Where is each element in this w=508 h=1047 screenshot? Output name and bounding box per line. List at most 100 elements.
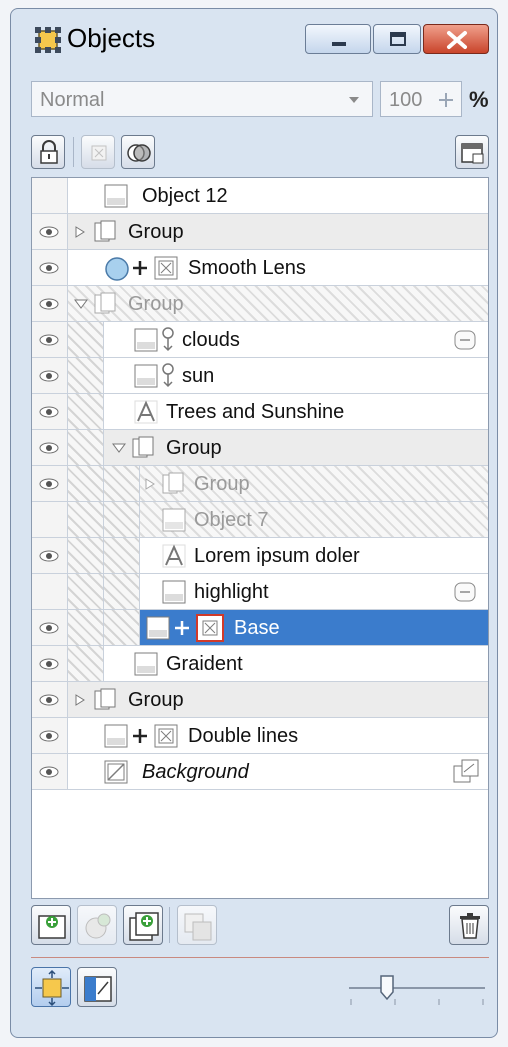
layer-name: sun <box>182 365 215 387</box>
layer-row[interactable]: Group <box>32 430 488 466</box>
layer-row[interactable]: highlight <box>32 574 488 610</box>
visibility-toggle[interactable] <box>32 466 68 501</box>
ungroup-button[interactable] <box>177 905 217 945</box>
layer-row[interactable]: Background <box>32 754 488 790</box>
eye-icon <box>39 622 59 634</box>
layer-name: Group <box>166 437 222 459</box>
eye-icon <box>39 478 59 490</box>
toolbar-separator <box>169 907 170 943</box>
layer-row[interactable]: Group <box>32 286 488 322</box>
indent-hatch <box>68 358 104 393</box>
layer-row[interactable]: Graident <box>32 646 488 682</box>
visibility-toggle[interactable] <box>32 358 68 393</box>
eye-icon <box>39 442 59 454</box>
object-thumbnail-icon <box>146 616 170 640</box>
visibility-toggle[interactable] <box>32 286 68 321</box>
collapse-arrow-icon[interactable] <box>74 298 88 310</box>
text-object-icon <box>134 400 158 424</box>
layer-name: Group <box>194 473 250 495</box>
object-thumbnail-icon <box>104 724 128 748</box>
delete-button[interactable] <box>449 905 489 945</box>
layer-row-selected[interactable]: Base <box>32 610 488 646</box>
opacity-unit-label: % <box>469 87 489 112</box>
layer-row[interactable]: Trees and Sunshine <box>32 394 488 430</box>
new-group-button[interactable] <box>123 905 163 945</box>
visibility-toggle-off[interactable] <box>32 574 68 609</box>
layer-name: Graident <box>166 653 243 675</box>
visibility-toggle[interactable] <box>32 646 68 681</box>
visibility-toggle[interactable] <box>32 214 68 249</box>
visibility-toggle[interactable] <box>32 394 68 429</box>
lock-button[interactable] <box>31 135 65 169</box>
visibility-toggle[interactable] <box>32 430 68 465</box>
object-thumbnail-icon <box>104 184 128 208</box>
object-thumbnail-icon <box>134 364 158 388</box>
layer-row[interactable]: clouds <box>32 322 488 358</box>
title-bar[interactable]: Objects <box>11 9 497 69</box>
layer-row[interactable]: Double lines <box>32 718 488 754</box>
slider-thumb[interactable] <box>379 975 395 1001</box>
fit-view-button[interactable] <box>31 967 71 1007</box>
minimize-button[interactable] <box>305 24 371 54</box>
layer-options-icon[interactable] <box>454 582 476 602</box>
indent-hatch <box>68 466 104 501</box>
indent-hatch <box>104 610 140 645</box>
visibility-toggle[interactable] <box>32 682 68 717</box>
combine-button[interactable] <box>121 135 155 169</box>
layer-row[interactable]: Group <box>32 214 488 250</box>
layer-row[interactable]: Group <box>32 466 488 502</box>
text-object-icon <box>162 544 186 568</box>
visibility-toggle[interactable] <box>32 718 68 753</box>
layer-name: Object 7 <box>194 509 269 531</box>
visibility-toggle-off[interactable] <box>32 502 68 537</box>
convert-background-icon[interactable] <box>452 758 480 786</box>
visibility-toggle[interactable] <box>32 538 68 573</box>
layer-options-icon[interactable] <box>454 330 476 350</box>
visibility-toggle-off[interactable] <box>32 178 68 213</box>
close-button[interactable] <box>423 24 489 54</box>
effect-icon <box>154 256 178 280</box>
eye-icon <box>39 694 59 706</box>
layer-row[interactable]: Smooth Lens <box>32 250 488 286</box>
visibility-toggle[interactable] <box>32 754 68 789</box>
disabled-tool-button[interactable] <box>81 135 115 169</box>
objects-panel-window: Objects Normal 100 % Object 12 Group Smo… <box>10 8 498 1038</box>
indent-hatch <box>104 574 140 609</box>
layer-row[interactable]: Object 12 <box>32 178 488 214</box>
collapse-arrow-icon[interactable] <box>112 442 126 454</box>
spin-arrows-icon[interactable] <box>437 90 455 110</box>
link-icon <box>162 327 174 352</box>
layer-properties-button[interactable] <box>455 135 489 169</box>
effect-icon <box>154 724 178 748</box>
opacity-field[interactable]: 100 <box>380 81 462 117</box>
visibility-toggle[interactable] <box>32 610 68 645</box>
layer-row[interactable]: sun <box>32 358 488 394</box>
group-icon <box>94 292 116 314</box>
maximize-button[interactable] <box>373 24 421 54</box>
toolbar-separator <box>73 137 74 167</box>
blend-mode-select[interactable]: Normal <box>31 81 373 117</box>
expand-arrow-icon[interactable] <box>74 226 86 238</box>
layer-row[interactable]: Group <box>32 682 488 718</box>
expand-arrow-icon[interactable] <box>74 694 86 706</box>
object-thumbnail-icon <box>134 652 158 676</box>
indent-hatch <box>68 430 104 465</box>
group-icon <box>94 688 116 710</box>
layer-row[interactable]: Lorem ipsum doler <box>32 538 488 574</box>
frame-icon <box>91 145 107 161</box>
new-group-icon <box>129 912 159 941</box>
slider-ticks <box>350 999 484 1005</box>
new-lens-button[interactable] <box>77 905 117 945</box>
effect-icon <box>196 614 224 642</box>
expand-arrow-icon[interactable] <box>144 478 156 490</box>
layer-name: Group <box>128 293 184 315</box>
thumbnail-size-slider[interactable] <box>349 987 485 989</box>
visibility-toggle[interactable] <box>32 250 68 285</box>
new-layer-button[interactable] <box>31 905 71 945</box>
layer-view-toggle-button[interactable] <box>77 967 117 1007</box>
eye-icon <box>39 262 59 274</box>
layer-row[interactable]: Object 7 <box>32 502 488 538</box>
visibility-toggle[interactable] <box>32 322 68 357</box>
indent-hatch <box>68 502 104 537</box>
eye-icon <box>39 658 59 670</box>
